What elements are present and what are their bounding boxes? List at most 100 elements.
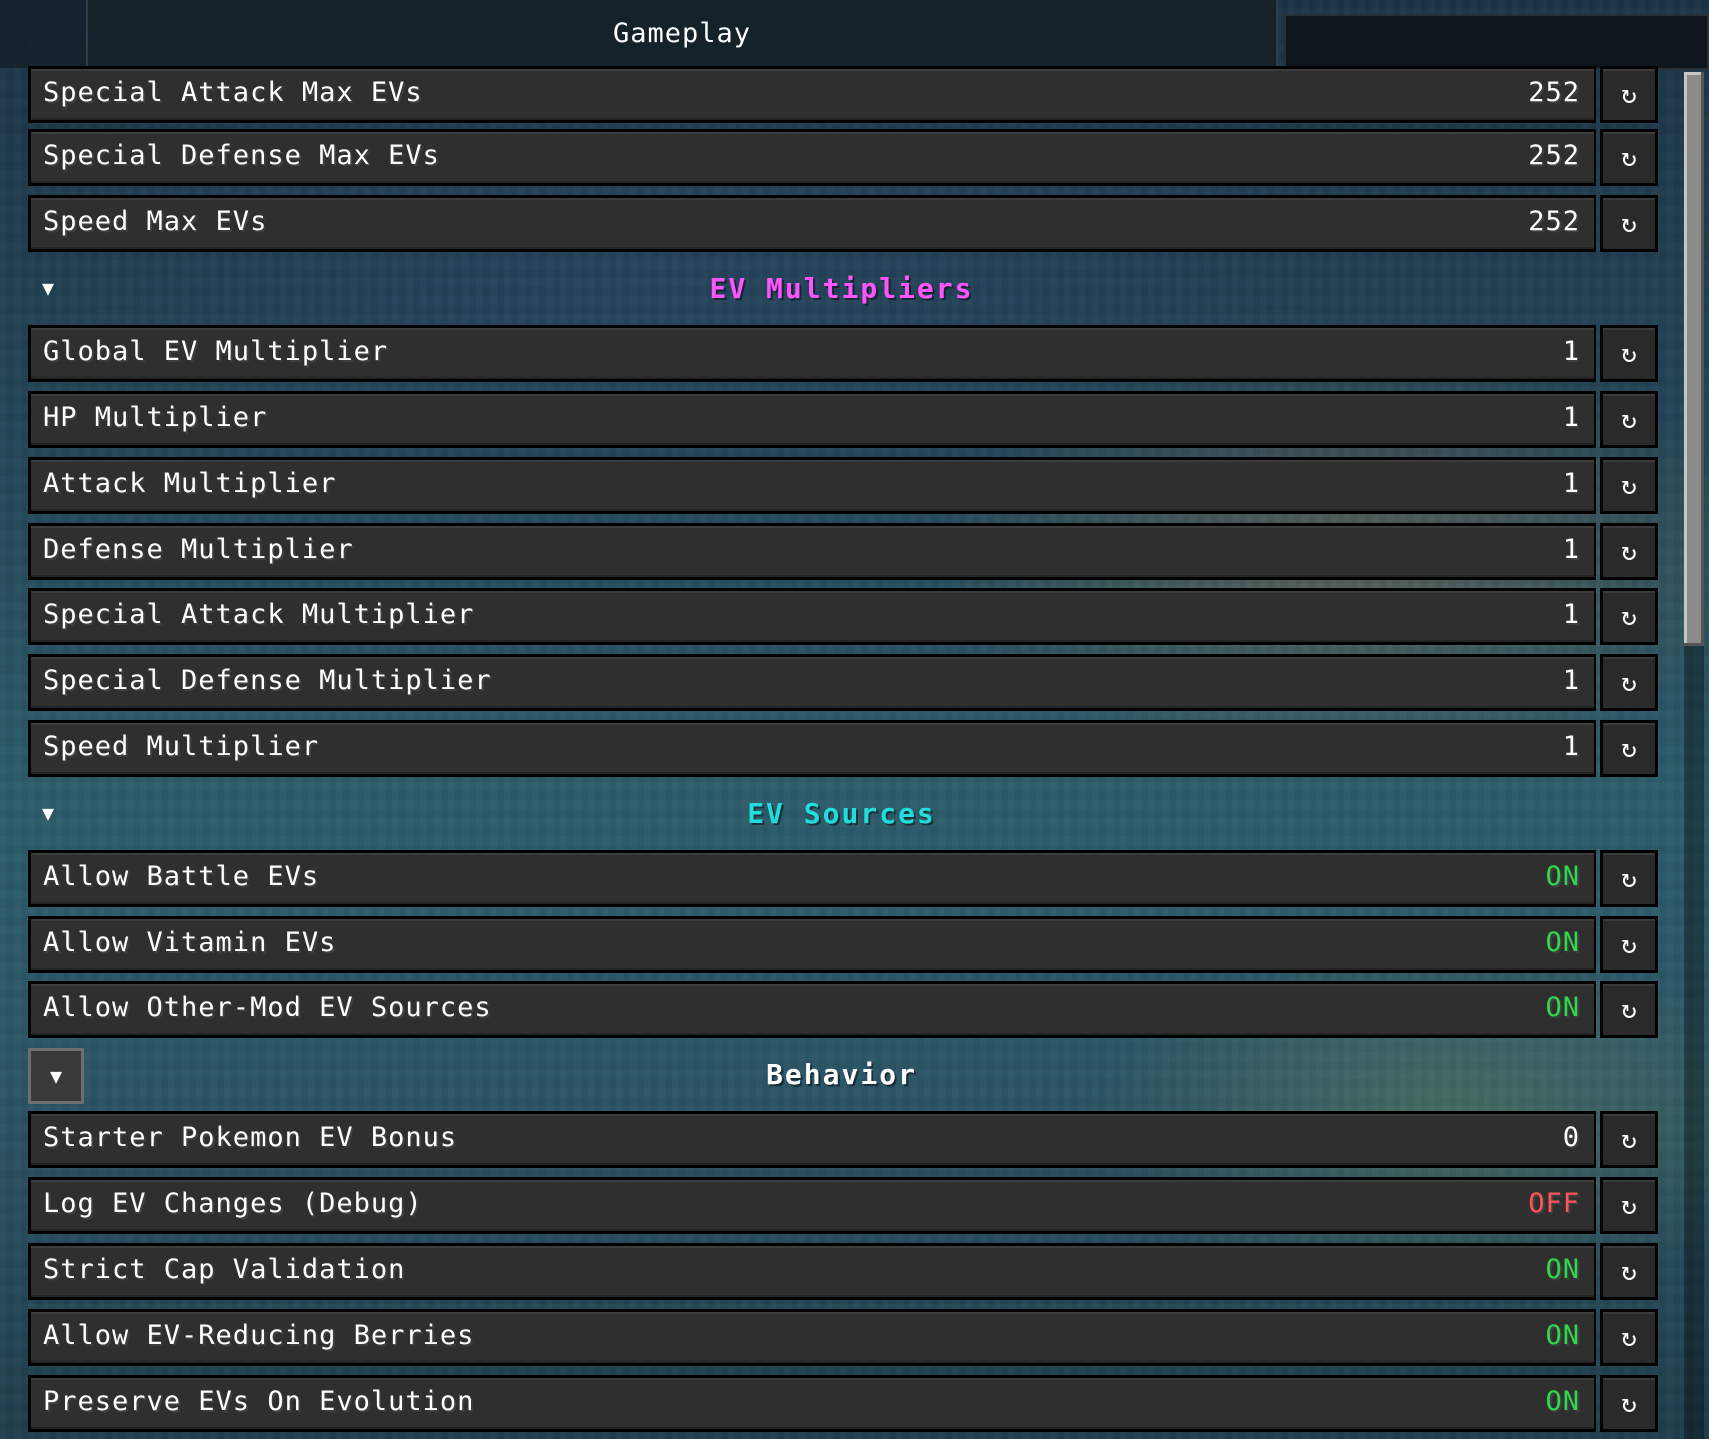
reset-icon[interactable]: ↻ — [1600, 1177, 1658, 1234]
setting-label: Strict Cap Validation — [43, 1254, 406, 1285]
setting-field[interactable]: Global EV Multiplier 1 — [31, 328, 1594, 379]
setting-row[interactable]: Special Attack Multiplier 1 ↻ — [28, 588, 1658, 645]
reset-icon[interactable]: ↻ — [1600, 981, 1658, 1038]
setting-value: ON — [1545, 992, 1580, 1023]
setting-row[interactable]: Speed Multiplier 1 ↻ — [28, 720, 1658, 777]
section-title: EV Sources — [747, 797, 936, 830]
setting-value: 1 — [1562, 731, 1580, 762]
setting-row[interactable]: Global EV Multiplier 1 ↻ — [28, 325, 1658, 382]
setting-value: 1 — [1562, 534, 1580, 565]
reset-icon[interactable]: ↻ — [1600, 916, 1658, 973]
setting-row[interactable]: Allow Vitamin EVs ON ↻ — [28, 916, 1658, 973]
setting-value: ON — [1545, 1254, 1580, 1285]
setting-value: 1 — [1562, 336, 1580, 367]
setting-value: ON — [1545, 1386, 1580, 1417]
setting-field[interactable]: HP Multiplier 1 — [31, 394, 1594, 445]
setting-label: Speed Multiplier — [43, 731, 320, 762]
setting-label: HP Multiplier — [43, 402, 268, 433]
setting-field[interactable]: Allow EV-Reducing Berries ON — [31, 1312, 1594, 1363]
setting-label: Speed Max EVs — [43, 206, 268, 237]
setting-field[interactable]: Defense Multiplier 1 — [31, 526, 1594, 577]
reset-icon[interactable]: ↻ — [1600, 66, 1658, 123]
tab-gameplay-label: Gameplay — [612, 18, 752, 49]
section-title: Behavior — [766, 1058, 917, 1091]
setting-value: 252 — [1528, 77, 1580, 108]
tab-right[interactable] — [1284, 14, 1709, 70]
setting-field[interactable]: Special Defense Multiplier 1 — [31, 657, 1594, 708]
setting-label: Special Defense Max EVs — [43, 140, 440, 171]
setting-field[interactable]: Allow Other-Mod EV Sources ON — [31, 984, 1594, 1035]
setting-field[interactable]: Special Attack Multiplier 1 — [31, 591, 1594, 642]
setting-field[interactable]: Speed Max EVs 252 — [31, 198, 1594, 249]
section-header-ev-multipliers: ▼ EV Multipliers — [28, 266, 1655, 316]
tab-gameplay[interactable]: Gameplay — [86, 0, 1278, 70]
setting-value: 252 — [1528, 140, 1580, 171]
setting-value: OFF — [1528, 1188, 1580, 1219]
setting-value: ON — [1545, 1320, 1580, 1351]
setting-row[interactable]: Allow Other-Mod EV Sources ON ↻ — [28, 981, 1658, 1038]
setting-label: Global EV Multiplier — [43, 336, 389, 367]
setting-label: Special Attack Multiplier — [43, 599, 475, 630]
setting-value: 1 — [1562, 402, 1580, 433]
setting-field[interactable]: Preserve EVs On Evolution ON — [31, 1378, 1594, 1429]
setting-label: Log EV Changes (Debug) — [43, 1188, 423, 1219]
setting-field[interactable]: Allow Battle EVs ON — [31, 853, 1594, 904]
setting-row[interactable]: Defense Multiplier 1 ↻ — [28, 523, 1658, 580]
setting-row[interactable]: Attack Multiplier 1 ↻ — [28, 457, 1658, 514]
setting-field[interactable]: Strict Cap Validation ON — [31, 1246, 1594, 1297]
setting-label: Allow Other-Mod EV Sources — [43, 992, 492, 1023]
setting-value: 1 — [1562, 468, 1580, 499]
setting-field[interactable]: Speed Multiplier 1 — [31, 723, 1594, 774]
reset-icon[interactable]: ↻ — [1600, 1309, 1658, 1366]
setting-label: Special Attack Max EVs — [43, 77, 423, 108]
setting-row[interactable]: Starter Pokemon EV Bonus 0 ↻ — [28, 1111, 1658, 1168]
setting-value: 1 — [1562, 665, 1580, 696]
setting-field[interactable]: Special Attack Max EVs 252 — [31, 69, 1594, 120]
scrollbar-thumb[interactable] — [1684, 72, 1704, 646]
setting-value: 0 — [1562, 1122, 1580, 1153]
reset-icon[interactable]: ↻ — [1600, 1111, 1658, 1168]
setting-row[interactable]: Special Attack Max EVs 252 ↻ — [28, 66, 1658, 123]
reset-icon[interactable]: ↻ — [1600, 129, 1658, 186]
setting-row[interactable]: Preserve EVs On Evolution ON ↻ — [28, 1375, 1658, 1432]
setting-value: ON — [1545, 861, 1580, 892]
setting-label: Allow EV-Reducing Berries — [43, 1320, 475, 1351]
setting-value: ON — [1545, 927, 1580, 958]
setting-row[interactable]: Allow Battle EVs ON ↻ — [28, 850, 1658, 907]
setting-field[interactable]: Special Defense Max EVs 252 — [31, 132, 1594, 183]
setting-label: Special Defense Multiplier — [43, 665, 492, 696]
setting-field[interactable]: Allow Vitamin EVs ON — [31, 919, 1594, 970]
reset-icon[interactable]: ↻ — [1600, 1375, 1658, 1432]
setting-label: Defense Multiplier — [43, 534, 354, 565]
reset-icon[interactable]: ↻ — [1600, 325, 1658, 382]
setting-field[interactable]: Starter Pokemon EV Bonus 0 — [31, 1114, 1594, 1165]
setting-label: Allow Battle EVs — [43, 861, 320, 892]
setting-value: 252 — [1528, 206, 1580, 237]
setting-label: Preserve EVs On Evolution — [43, 1386, 475, 1417]
reset-icon[interactable]: ↻ — [1600, 1243, 1658, 1300]
reset-icon[interactable]: ↻ — [1600, 654, 1658, 711]
reset-icon[interactable]: ↻ — [1600, 720, 1658, 777]
setting-value: 1 — [1562, 599, 1580, 630]
reset-icon[interactable]: ↻ — [1600, 523, 1658, 580]
setting-row[interactable]: Strict Cap Validation ON ↻ — [28, 1243, 1658, 1300]
reset-icon[interactable]: ↻ — [1600, 588, 1658, 645]
setting-row[interactable]: Speed Max EVs 252 ↻ — [28, 195, 1658, 252]
reset-icon[interactable]: ↻ — [1600, 391, 1658, 448]
reset-icon[interactable]: ↻ — [1600, 457, 1658, 514]
setting-label: Allow Vitamin EVs — [43, 927, 337, 958]
section-title: EV Multipliers — [709, 272, 974, 305]
setting-row[interactable]: Special Defense Max EVs 252 ↻ — [28, 129, 1658, 186]
tab-left-stub[interactable] — [0, 0, 86, 68]
section-header-ev-sources: ▼ EV Sources — [28, 791, 1655, 841]
setting-row[interactable]: HP Multiplier 1 ↻ — [28, 391, 1658, 448]
reset-icon[interactable]: ↻ — [1600, 850, 1658, 907]
setting-row[interactable]: Allow EV-Reducing Berries ON ↻ — [28, 1309, 1658, 1366]
reset-icon[interactable]: ↻ — [1600, 195, 1658, 252]
section-header-behavior: ▼ Behavior — [28, 1048, 1655, 1104]
setting-field[interactable]: Attack Multiplier 1 — [31, 460, 1594, 511]
setting-field[interactable]: Log EV Changes (Debug) OFF — [31, 1180, 1594, 1231]
setting-label: Attack Multiplier — [43, 468, 337, 499]
setting-row[interactable]: Special Defense Multiplier 1 ↻ — [28, 654, 1658, 711]
setting-row[interactable]: Log EV Changes (Debug) OFF ↻ — [28, 1177, 1658, 1234]
